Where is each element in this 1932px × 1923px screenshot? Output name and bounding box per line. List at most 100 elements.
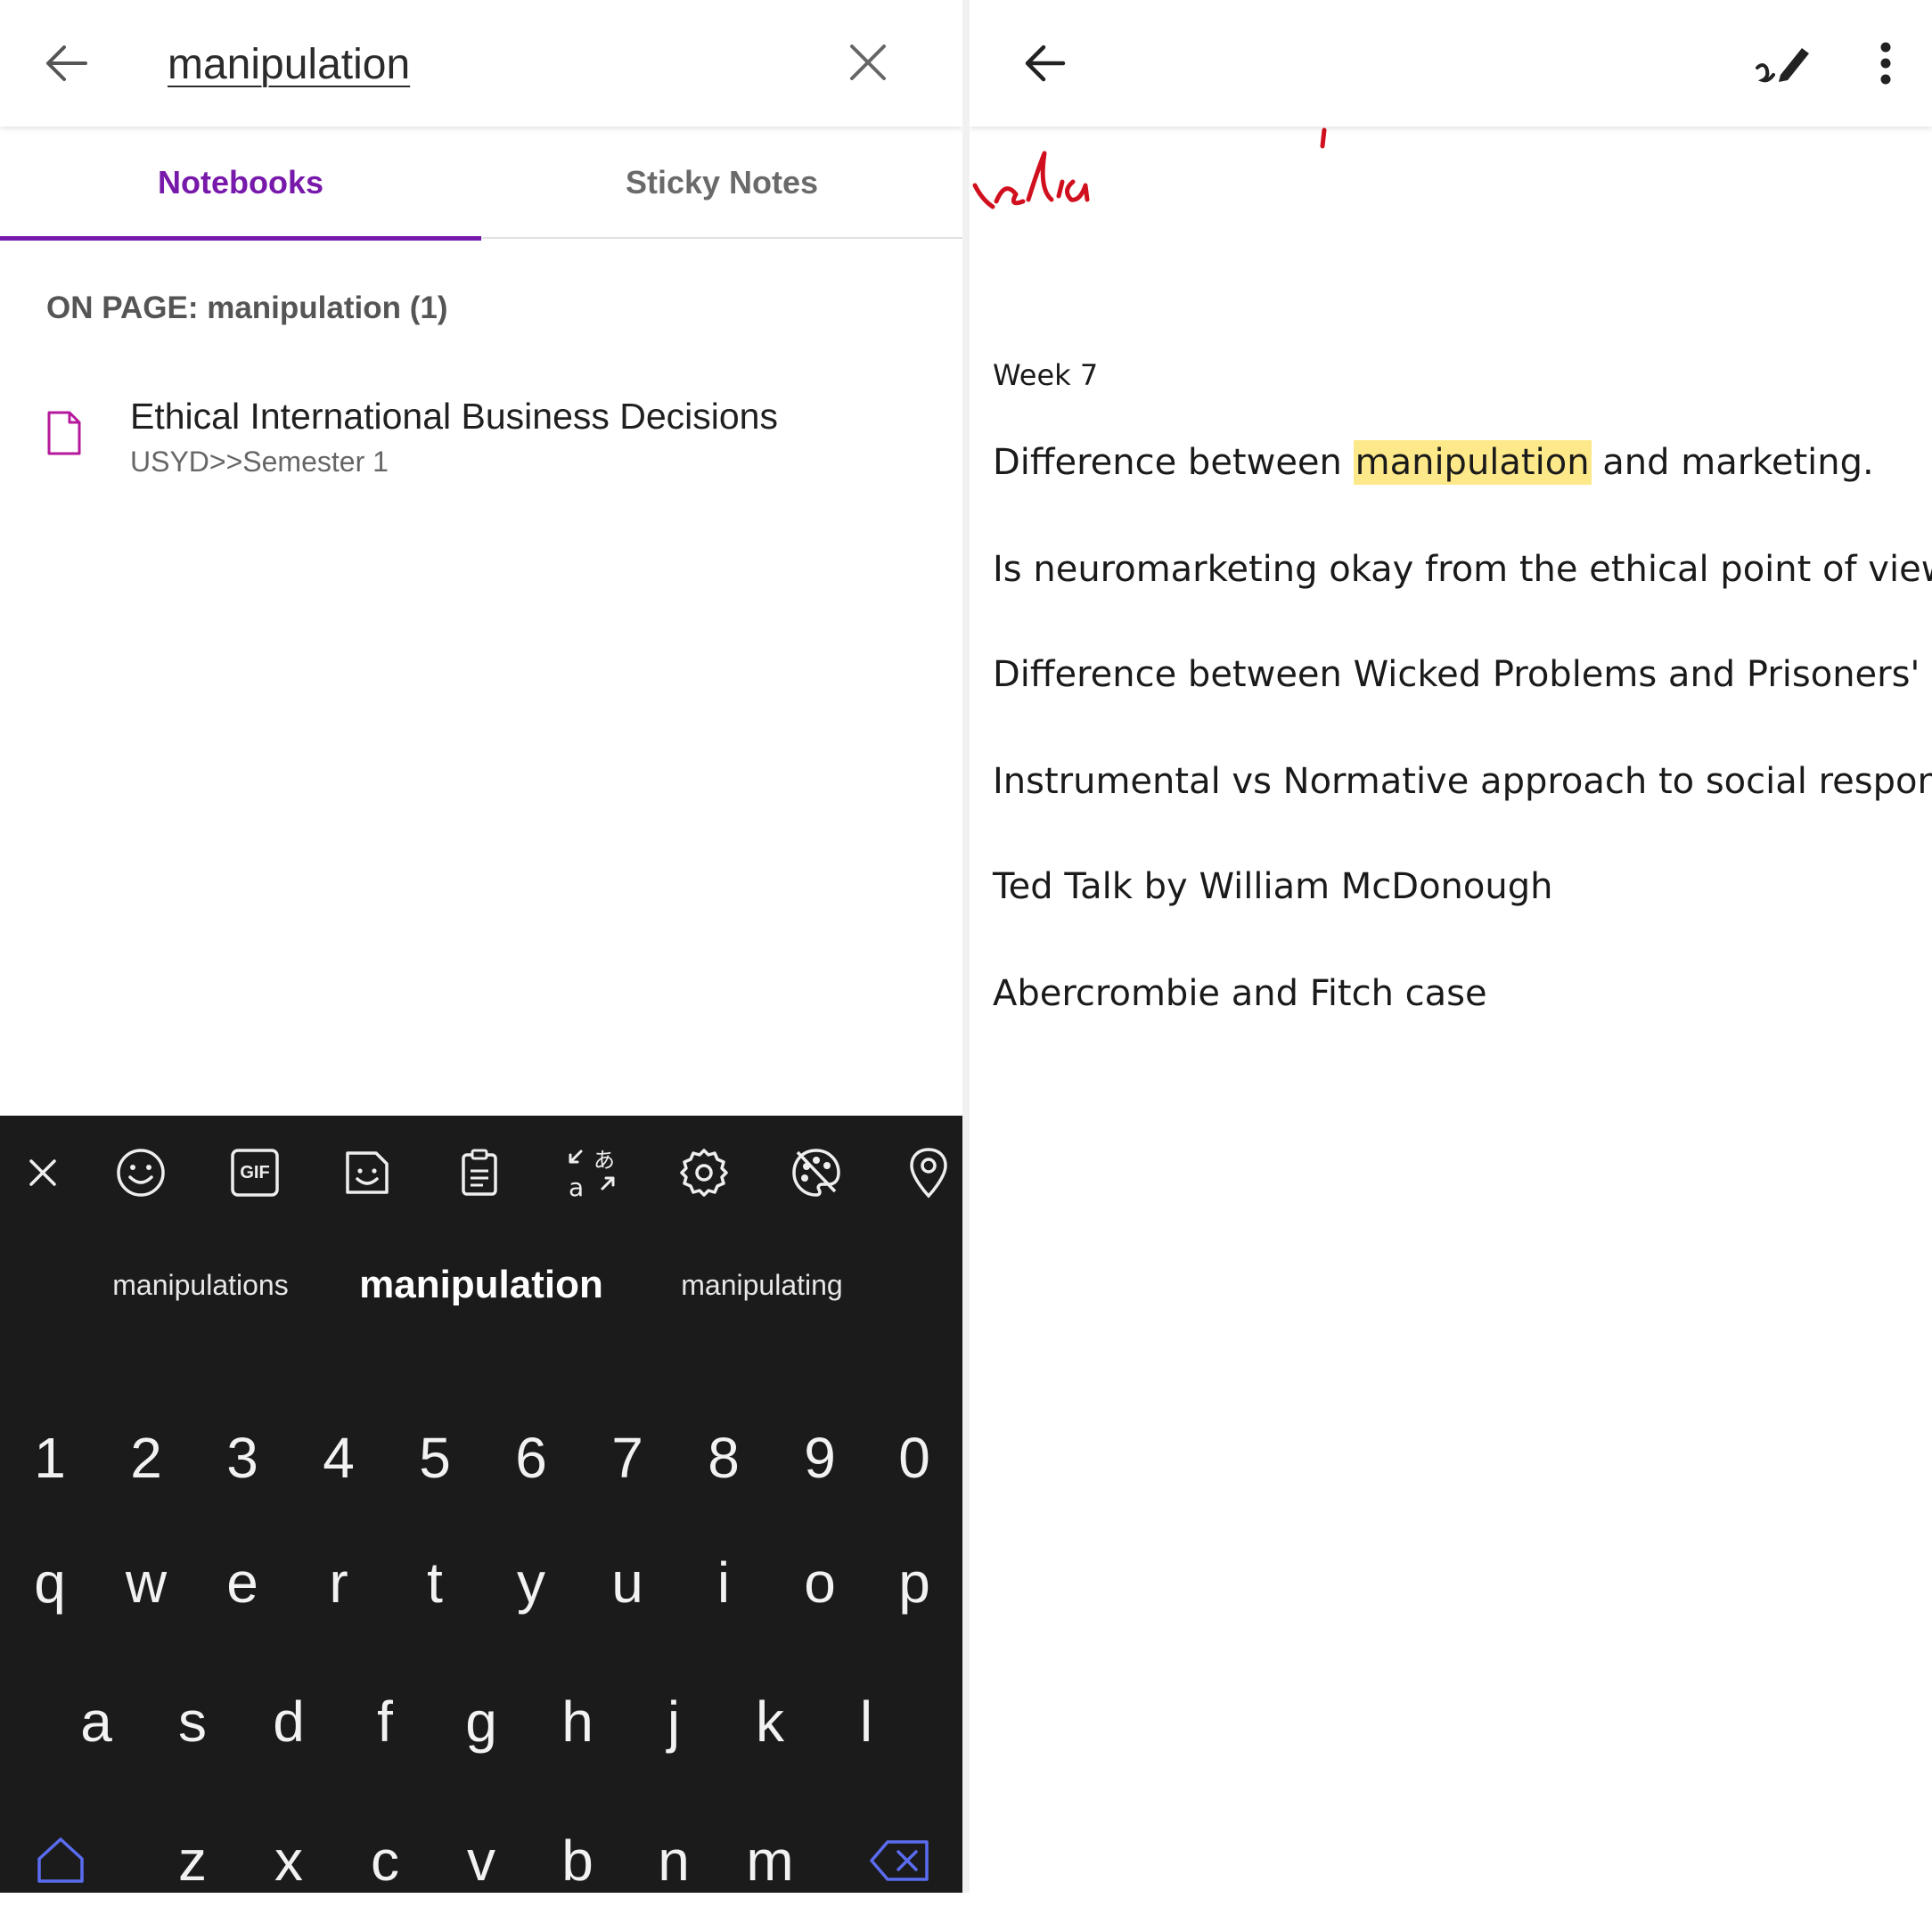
backspace-icon <box>870 1840 929 1881</box>
emoji-button[interactable] <box>107 1139 175 1207</box>
svg-text:a: a <box>569 1173 584 1201</box>
key[interactable]: l <box>818 1659 914 1784</box>
gear-icon <box>680 1149 728 1197</box>
draw-mode-button[interactable] <box>1747 30 1820 96</box>
keyboard-row-bottom: z x c v b n m <box>0 1798 962 1923</box>
search-tabs: Notebooks Sticky Notes <box>0 127 962 241</box>
key[interactable]: 4 <box>291 1395 387 1520</box>
note-line: Difference between manipulation and mark… <box>993 440 1874 485</box>
key[interactable]: e <box>194 1520 291 1645</box>
key[interactable]: 8 <box>675 1395 772 1520</box>
key[interactable]: j <box>626 1659 722 1784</box>
key[interactable]: 3 <box>194 1395 291 1520</box>
key[interactable]: p <box>866 1520 962 1645</box>
note-page-pane: Week 7 Difference between manipulation a… <box>970 0 1932 1893</box>
on-screen-keyboard: GIF あa manipulations manipulation manipu… <box>0 1116 962 1893</box>
key[interactable]: 0 <box>866 1395 962 1520</box>
key[interactable]: 9 <box>772 1395 868 1520</box>
more-vertical-icon <box>1880 42 1891 85</box>
emoji-icon <box>117 1149 165 1197</box>
results-section-header: ON PAGE: manipulation (1) <box>46 290 448 325</box>
page-toolbar <box>970 0 1932 127</box>
close-icon <box>29 1159 56 1186</box>
result-title: Ethical International Business Decisions <box>130 396 778 437</box>
svg-text:あ: あ <box>594 1148 615 1173</box>
suggestion-item[interactable]: manipulating <box>633 1232 891 1338</box>
back-button[interactable] <box>32 32 100 94</box>
key[interactable]: f <box>337 1659 433 1784</box>
arrow-left-icon <box>46 45 87 81</box>
keyboard-toolbar: GIF あa <box>0 1116 962 1232</box>
suggestion-item-primary[interactable]: manipulation <box>339 1232 624 1338</box>
key[interactable]: 1 <box>2 1395 98 1520</box>
more-options-button[interactable] <box>1861 30 1911 96</box>
key[interactable]: x <box>241 1798 337 1923</box>
key[interactable]: 7 <box>579 1395 675 1520</box>
key[interactable]: o <box>772 1520 868 1645</box>
key[interactable]: h <box>529 1659 626 1784</box>
key[interactable]: q <box>2 1520 98 1645</box>
gif-button[interactable]: GIF <box>221 1139 289 1207</box>
note-line: Ted Talk by William McDonough <box>993 866 1553 907</box>
backspace-key[interactable] <box>852 1798 948 1923</box>
pen-scribble-icon <box>1756 48 1809 83</box>
note-line: Instrumental vs Normative approach to so… <box>993 761 1932 802</box>
key[interactable]: s <box>144 1659 241 1784</box>
key[interactable]: g <box>433 1659 529 1784</box>
key[interactable]: 2 <box>98 1395 194 1520</box>
result-path: USYD>>Semester 1 <box>130 446 389 478</box>
key[interactable]: u <box>579 1520 675 1645</box>
translate-button[interactable]: あa <box>558 1139 626 1207</box>
key[interactable]: w <box>98 1520 194 1645</box>
sticker-button[interactable] <box>333 1139 401 1207</box>
key[interactable]: c <box>337 1798 433 1923</box>
note-line: Abercrombie and Fitch case <box>993 973 1487 1014</box>
clipboard-icon <box>462 1149 497 1196</box>
clipboard-button[interactable] <box>446 1139 513 1207</box>
key[interactable]: 5 <box>387 1395 483 1520</box>
theme-button[interactable] <box>782 1139 850 1207</box>
page-week-label: Week 7 <box>993 358 1099 392</box>
suggestion-strip: manipulations manipulation manipulating <box>0 1232 962 1338</box>
search-result-item[interactable]: Ethical International Business Decisions… <box>0 383 962 499</box>
note-text: Difference between <box>993 442 1354 483</box>
keyboard-row-numbers: 1 2 3 4 5 6 7 8 9 0 <box>0 1395 962 1520</box>
key[interactable]: k <box>722 1659 818 1784</box>
key[interactable]: t <box>387 1520 483 1645</box>
key[interactable]: i <box>675 1520 772 1645</box>
translate-icon: あa <box>569 1148 615 1201</box>
location-button[interactable] <box>895 1139 962 1207</box>
sticker-icon <box>346 1151 389 1194</box>
search-highlight: manipulation <box>1353 440 1592 485</box>
key[interactable]: b <box>529 1798 626 1923</box>
key[interactable]: n <box>626 1798 722 1923</box>
settings-button[interactable] <box>670 1139 738 1207</box>
key[interactable]: 6 <box>483 1395 579 1520</box>
clear-search-button[interactable] <box>836 30 900 94</box>
page-icon <box>47 411 81 455</box>
key[interactable]: a <box>48 1659 144 1784</box>
close-keyboard-button[interactable] <box>9 1139 77 1207</box>
arrow-left-icon <box>1025 45 1066 82</box>
location-icon <box>910 1148 947 1199</box>
key[interactable]: y <box>483 1520 579 1645</box>
key[interactable]: r <box>291 1520 387 1645</box>
pane-divider <box>962 0 970 1893</box>
key[interactable]: m <box>722 1798 818 1923</box>
tab-notebooks[interactable]: Notebooks <box>0 127 481 241</box>
tab-sticky-notes[interactable]: Sticky Notes <box>481 127 962 239</box>
key[interactable]: d <box>241 1659 337 1784</box>
page-back-button[interactable] <box>1011 32 1078 94</box>
keyboard-row-top: q w e r t y u i o p <box>0 1520 962 1645</box>
key[interactable]: z <box>144 1798 241 1923</box>
note-text: and marketing. <box>1591 442 1874 483</box>
shift-icon <box>37 1837 84 1883</box>
close-icon <box>850 45 886 80</box>
suggestion-item[interactable]: manipulations <box>71 1232 330 1338</box>
note-line: Is neuromarketing okay from the ethical … <box>993 549 1932 590</box>
search-input[interactable] <box>168 30 809 98</box>
gif-label: GIF <box>240 1162 270 1182</box>
key[interactable]: v <box>433 1798 529 1923</box>
handwritten-ink-strokes <box>972 127 1327 209</box>
shift-key[interactable] <box>12 1798 109 1923</box>
